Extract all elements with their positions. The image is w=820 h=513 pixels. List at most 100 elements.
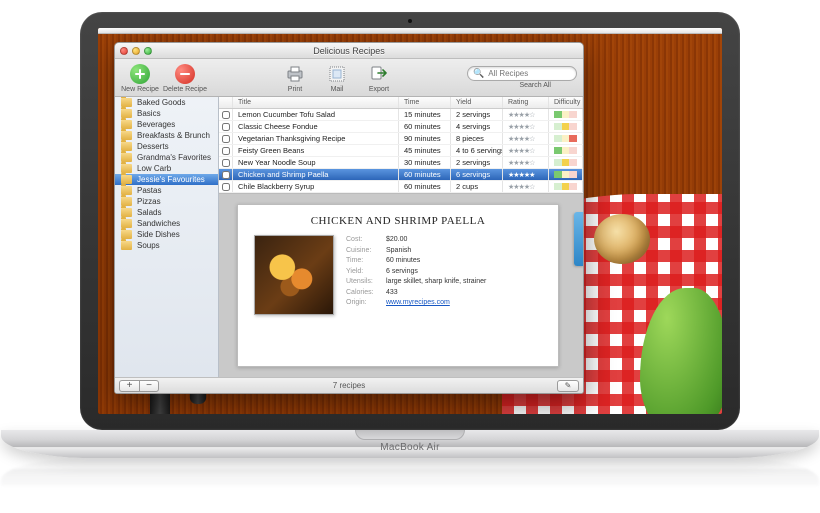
cell-yield: 6 servings: [451, 169, 503, 180]
window-titlebar[interactable]: Delicious Recipes: [115, 43, 583, 59]
macos-menubar[interactable]: [98, 28, 722, 34]
toolbar: New Recipe Delete Recipe Print Mail: [115, 59, 583, 97]
recipe-meta: Cost:$20.00 Cuisine:Spanish Time:60 minu…: [346, 235, 486, 315]
recipe-table-body[interactable]: Lemon Cucumber Tofu Salad15 minutes2 ser…: [219, 109, 583, 193]
cell-yield: 8 pieces: [451, 133, 503, 144]
row-checkbox[interactable]: [222, 183, 230, 191]
recipe-photo: [254, 235, 334, 315]
cell-time: 60 minutes: [399, 169, 451, 180]
cell-difficulty: [549, 133, 583, 144]
cell-rating: ★★★★☆: [503, 109, 549, 120]
row-checkbox[interactable]: [222, 135, 230, 143]
trackpad-notch: [355, 430, 465, 440]
sidebar-item[interactable]: Grandma's Favorites: [115, 152, 218, 163]
cell-difficulty: [549, 109, 583, 120]
folder-icon: [121, 230, 132, 239]
sidebar-item-label: Desserts: [137, 142, 169, 151]
sidebar-item[interactable]: Low Carb: [115, 163, 218, 174]
table-row[interactable]: New Year Noodle Soup30 minutes2 servings…: [219, 157, 583, 169]
window-footer: + − 7 recipes ✎: [115, 377, 583, 393]
cell-time: 60 minutes: [399, 181, 451, 192]
sidebar-item[interactable]: Soups: [115, 240, 218, 251]
sidebar-item[interactable]: Basics: [115, 108, 218, 119]
table-row[interactable]: Feisty Green Beans45 minutes4 to 6 servi…: [219, 145, 583, 157]
sidebar-item[interactable]: Pizzas: [115, 196, 218, 207]
cell-difficulty: [549, 169, 583, 180]
sidebar-item[interactable]: Jessie's Favourites: [115, 174, 218, 185]
cell-time: 60 minutes: [399, 121, 451, 132]
device-brand: MacBook Air: [380, 442, 439, 453]
cell-yield: 2 cups: [451, 181, 503, 192]
pencil-icon: ✎: [565, 381, 572, 390]
sidebar-item[interactable]: Breakfasts & Brunch: [115, 130, 218, 141]
printer-icon: [284, 63, 306, 85]
cell-title: Feisty Green Beans: [233, 145, 399, 156]
recipe-card: CHICKEN AND SHRIMP PAELLA Cost:$20.00 Cu…: [237, 204, 559, 367]
sidebar-item-label: Jessie's Favourites: [137, 175, 205, 184]
categories-sidebar[interactable]: Baked GoodsBasicsBeveragesBreakfasts & B…: [115, 97, 219, 377]
column-yield[interactable]: Yield: [451, 97, 503, 108]
search-input[interactable]: [488, 69, 577, 78]
edit-button[interactable]: ✎: [557, 380, 579, 392]
cell-time: 90 minutes: [399, 133, 451, 144]
origin-link[interactable]: www.myrecipes.com: [386, 298, 450, 309]
folder-icon: [121, 153, 132, 162]
row-checkbox[interactable]: [222, 159, 230, 167]
row-checkbox[interactable]: [222, 111, 230, 119]
minus-circle-icon: [175, 64, 195, 84]
sidebar-item[interactable]: Side Dishes: [115, 229, 218, 240]
sidebar-item-label: Beverages: [137, 120, 175, 129]
folder-icon: [121, 186, 132, 195]
sidebar-item[interactable]: Beverages: [115, 119, 218, 130]
sidebar-item-label: Soups: [137, 241, 160, 250]
recipes-window: Delicious Recipes New Recipe Delete Reci…: [114, 42, 584, 394]
table-row[interactable]: Chicken and Shrimp Paella60 minutes6 ser…: [219, 169, 583, 181]
folder-icon: [121, 142, 132, 151]
sidebar-item-label: Low Carb: [137, 164, 171, 173]
delete-recipe-button[interactable]: Delete Recipe: [163, 63, 207, 93]
stamp-icon: [326, 63, 348, 85]
export-button[interactable]: Export: [360, 63, 398, 93]
cell-difficulty: [549, 181, 583, 192]
column-difficulty[interactable]: Difficulty: [549, 97, 583, 108]
recipe-count: 7 recipes: [115, 381, 583, 390]
cell-time: 30 minutes: [399, 157, 451, 168]
mail-button[interactable]: Mail: [318, 63, 356, 93]
sidebar-item[interactable]: Pastas: [115, 185, 218, 196]
cell-difficulty: [549, 121, 583, 132]
table-row[interactable]: Chile Blackberry Syrup60 minutes2 cups★★…: [219, 181, 583, 193]
row-checkbox[interactable]: [222, 147, 230, 155]
sidebar-item-label: Pizzas: [137, 197, 161, 206]
table-row[interactable]: Classic Cheese Fondue60 minutes4 serving…: [219, 121, 583, 133]
recipe-title: CHICKEN AND SHRIMP PAELLA: [254, 215, 542, 227]
window-title: Delicious Recipes: [115, 46, 583, 56]
sidebar-item-label: Side Dishes: [137, 230, 180, 239]
column-title[interactable]: Title: [233, 97, 399, 108]
row-checkbox[interactable]: [222, 171, 230, 179]
sidebar-item-label: Pastas: [137, 186, 161, 195]
bookmark-tab[interactable]: [574, 212, 583, 266]
new-recipe-button[interactable]: New Recipe: [121, 63, 159, 93]
sidebar-item-label: Sandwiches: [137, 219, 180, 228]
print-button[interactable]: Print: [276, 63, 314, 93]
sidebar-item[interactable]: Baked Goods: [115, 97, 218, 108]
plus-circle-icon: [130, 64, 150, 84]
laptop-reflection: [1, 458, 819, 486]
cell-rating: ★★★★☆: [503, 157, 549, 168]
table-row[interactable]: Vegetarian Thanksgiving Recipe90 minutes…: [219, 133, 583, 145]
recipe-detail-pane: CHICKEN AND SHRIMP PAELLA Cost:$20.00 Cu…: [219, 193, 583, 377]
cell-difficulty: [549, 157, 583, 168]
sidebar-item[interactable]: Sandwiches: [115, 218, 218, 229]
row-checkbox[interactable]: [222, 123, 230, 131]
column-time[interactable]: Time: [399, 97, 451, 108]
camera: [408, 19, 412, 23]
column-rating[interactable]: Rating: [503, 97, 549, 108]
folder-icon: [121, 131, 132, 140]
table-row[interactable]: Lemon Cucumber Tofu Salad15 minutes2 ser…: [219, 109, 583, 121]
cell-time: 15 minutes: [399, 109, 451, 120]
recipe-table-header[interactable]: Title Time Yield Rating Difficulty: [219, 97, 583, 109]
sidebar-item[interactable]: Salads: [115, 207, 218, 218]
search-field[interactable]: 🔍: [467, 66, 577, 81]
sidebar-item[interactable]: Desserts: [115, 141, 218, 152]
cell-difficulty: [549, 145, 583, 156]
